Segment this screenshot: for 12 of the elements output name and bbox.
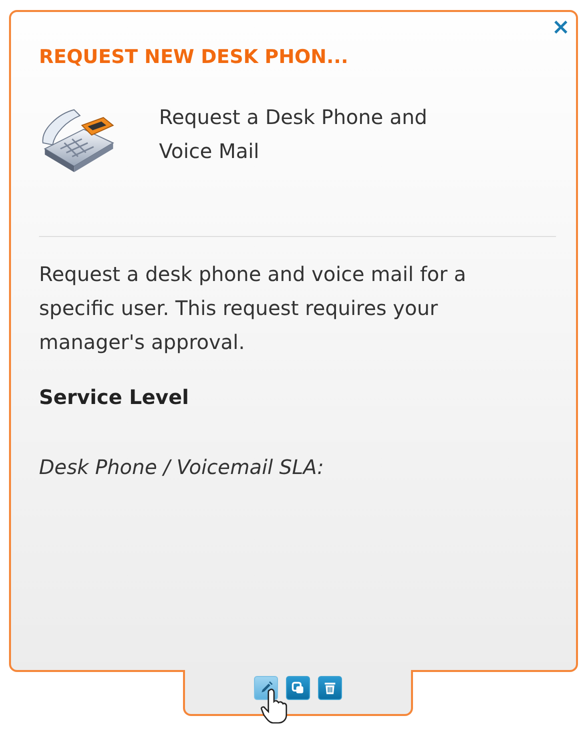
copy-button[interactable] xyxy=(286,676,310,700)
description: Request a desk phone and voice mail for a specific user. This request requires your manager's approval. xyxy=(39,261,468,356)
hand-cursor-icon xyxy=(260,688,288,724)
copy-icon xyxy=(291,681,305,695)
card-title: REQUEST NEW DESK PHON... xyxy=(39,46,350,68)
sla-label: Desk Phone / Voicemail SLA: xyxy=(39,455,325,479)
trash-icon xyxy=(323,681,337,695)
pencil-icon xyxy=(259,681,273,695)
service-name: Request a Desk Phone and Voice Mail xyxy=(159,104,428,165)
section-heading: Service Level xyxy=(39,385,190,409)
delete-button[interactable] xyxy=(318,676,342,700)
close-button[interactable]: × xyxy=(552,18,570,38)
